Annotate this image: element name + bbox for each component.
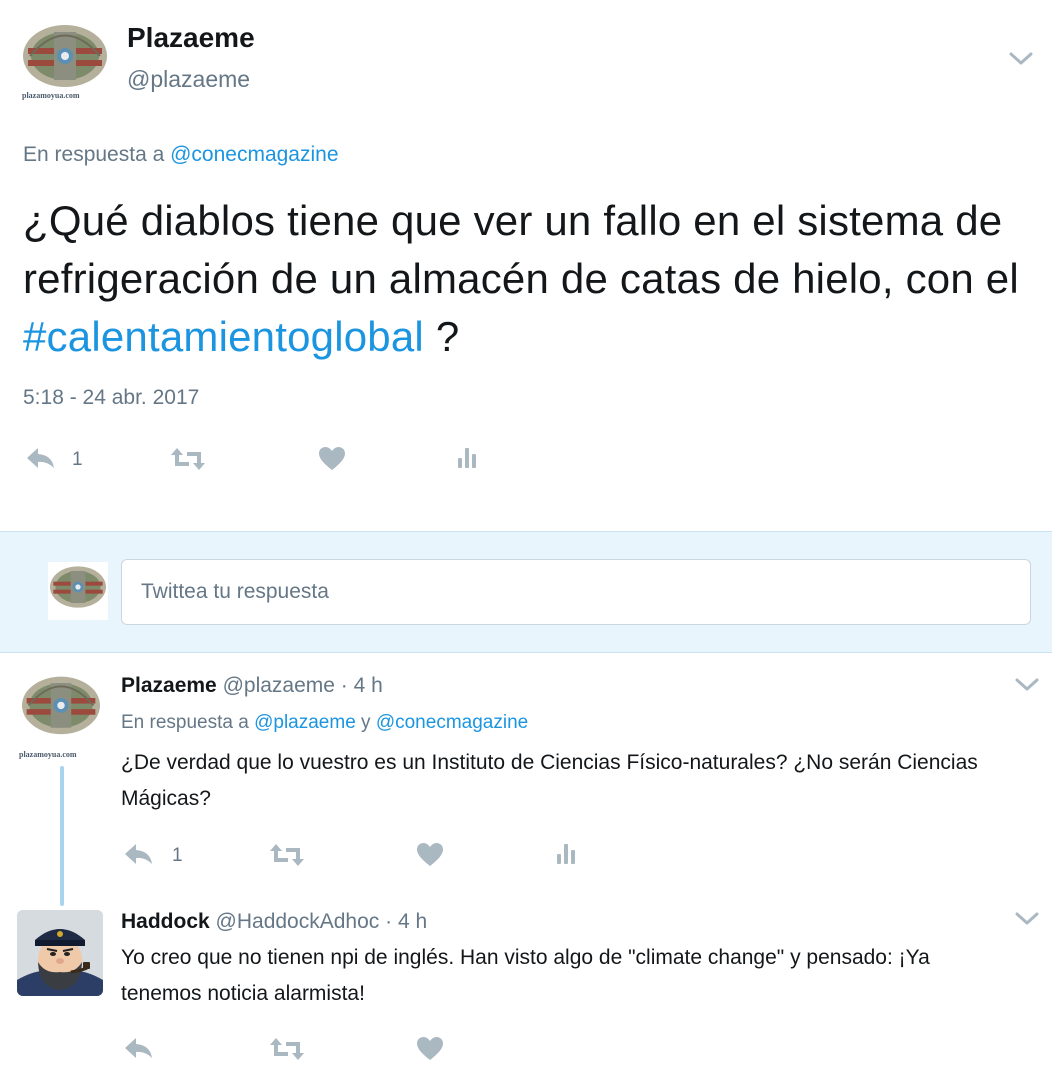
tweet-age[interactable]: 4 h — [354, 674, 383, 697]
retweet-icon[interactable] — [268, 842, 306, 868]
analytics-icon[interactable] — [555, 842, 581, 866]
reply-header: Plazaeme @plazaeme · 4 h — [121, 674, 383, 698]
avatar[interactable] — [17, 910, 103, 996]
reply-context: En respuesta a @conecmagazine — [23, 143, 339, 167]
chevron-down-icon[interactable] — [1014, 908, 1040, 928]
mention-link[interactable]: @plazaeme — [254, 712, 356, 733]
tweet-text: Yo creo que no tienen npi de inglés. Han… — [121, 946, 930, 1005]
reply-icon[interactable] — [25, 446, 57, 472]
author-name[interactable]: Plazaeme — [127, 22, 255, 54]
like-icon[interactable] — [416, 842, 444, 868]
mention-link[interactable]: @conecmagazine — [376, 712, 528, 733]
reply-count: 1 — [172, 845, 183, 866]
retweet-icon[interactable] — [169, 446, 207, 472]
hashtag-link[interactable]: #calentamientoglobal — [23, 313, 424, 360]
like-icon[interactable] — [318, 446, 346, 472]
chevron-down-icon[interactable] — [1014, 674, 1040, 694]
reply-icon[interactable] — [123, 1036, 155, 1062]
author-handle[interactable]: @plazaeme — [127, 66, 250, 93]
separator: · — [334, 674, 354, 697]
author-handle[interactable]: @plazaeme — [223, 674, 335, 697]
thread-line — [60, 766, 64, 906]
reply-context-prefix: En respuesta a — [121, 712, 255, 733]
avatar-caption: plazamoyua.com — [19, 750, 77, 759]
tweet-text: ¿Qué diablos tiene que ver un fallo en e… — [23, 192, 1033, 366]
reply-context-prefix: En respuesta a — [23, 143, 171, 166]
composer-avatar — [48, 562, 108, 620]
tweet-age[interactable]: 4 h — [398, 910, 427, 933]
avatar-caption: plazamoyua.com — [22, 91, 80, 100]
mention-link[interactable]: @conecmagazine — [170, 143, 338, 166]
reply-context: En respuesta a @plazaeme y @conecmagazin… — [121, 712, 528, 734]
reply-context-and: y — [355, 712, 376, 733]
reply-input[interactable]: Twittea tu respuesta — [121, 559, 1031, 625]
timestamp[interactable]: 5:18 - 24 abr. 2017 — [23, 386, 199, 410]
tweet-text-body: ¿Qué diablos tiene que ver un fallo en e… — [23, 197, 1019, 302]
avatar[interactable] — [16, 672, 106, 750]
separator: · — [379, 910, 398, 933]
analytics-icon[interactable] — [456, 446, 482, 470]
chevron-down-icon[interactable] — [1008, 48, 1034, 68]
author-name[interactable]: Plazaeme — [121, 674, 217, 697]
author-handle[interactable]: @HaddockAdhoc — [216, 910, 380, 933]
reply-icon[interactable] — [123, 842, 155, 868]
tweet-text-end: ? — [423, 313, 460, 360]
like-icon[interactable] — [416, 1036, 444, 1062]
tweet-text: ¿De verdad que lo vuestro es un Institut… — [121, 751, 978, 810]
reply-header: Haddock @HaddockAdhoc · 4 h — [121, 910, 427, 934]
reply-count: 1 — [72, 449, 83, 470]
author-name[interactable]: Haddock — [121, 910, 210, 933]
retweet-icon[interactable] — [268, 1036, 306, 1062]
